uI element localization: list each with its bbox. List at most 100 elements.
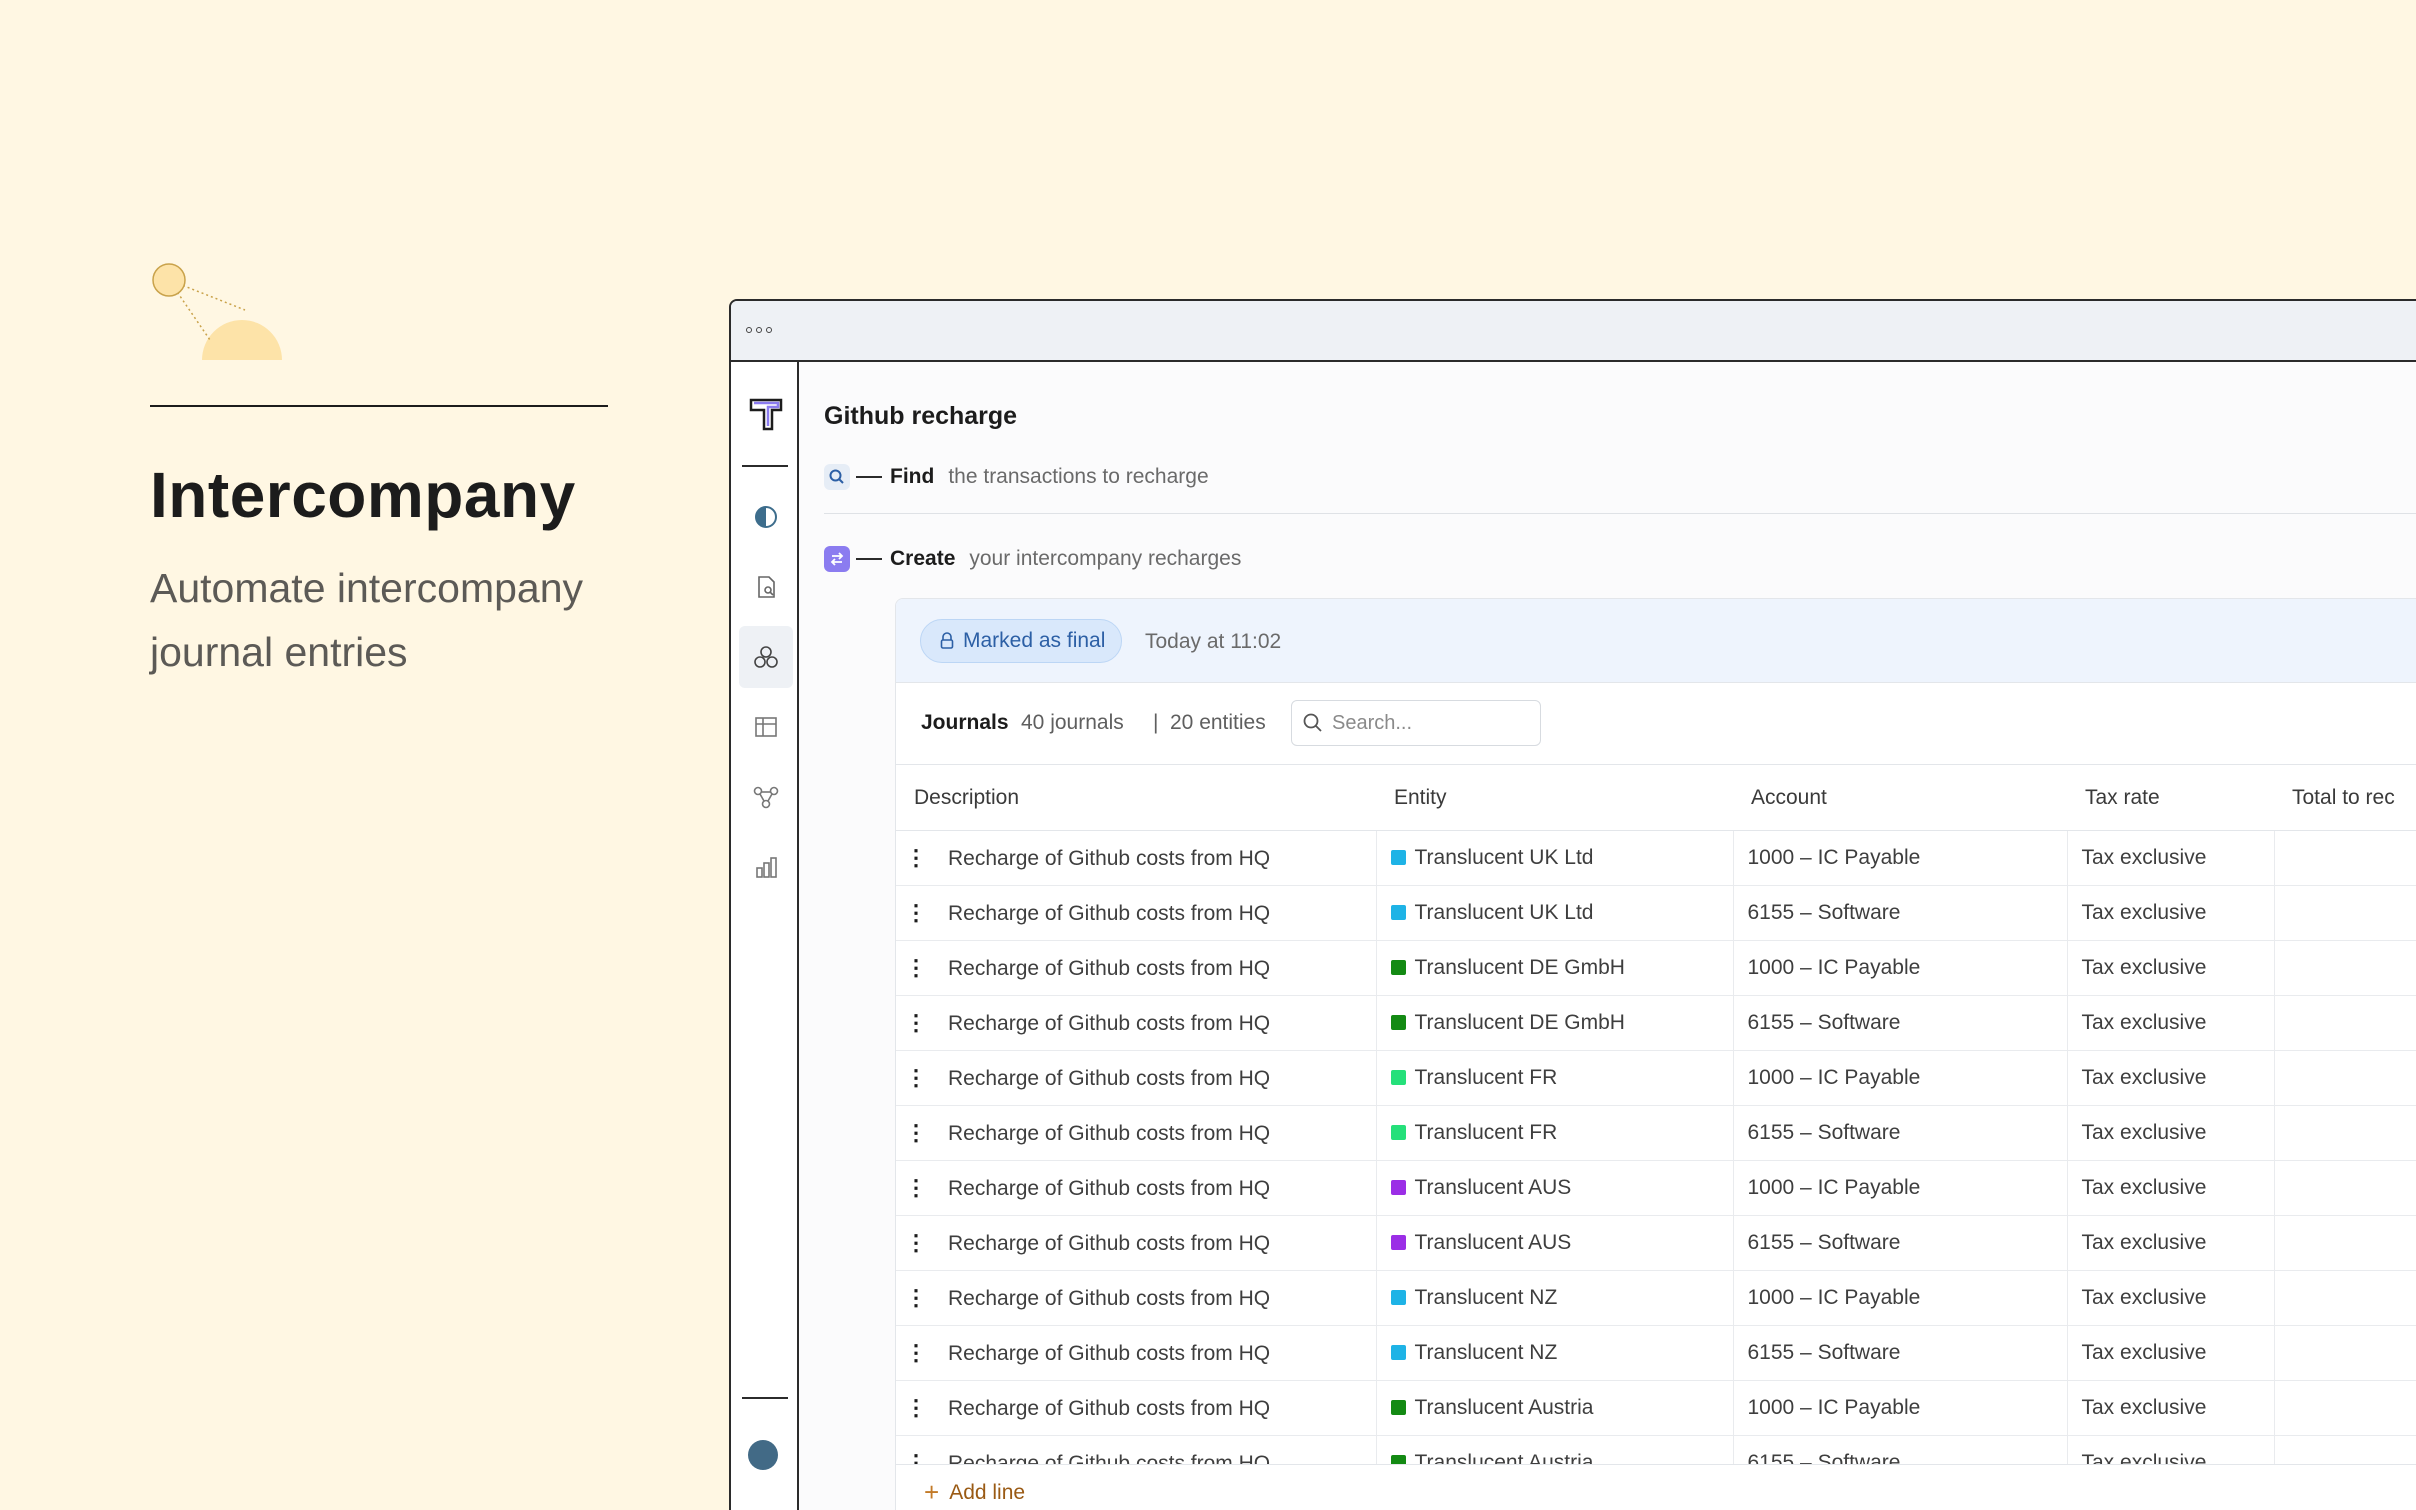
description-cell[interactable]: ⋮ Recharge of Github costs from HQ — [896, 830, 1377, 886]
total-cell[interactable]: 8,10 — [2274, 1270, 2416, 1326]
total-cell[interactable]: 8,10 — [2274, 1215, 2416, 1271]
tax-rate-cell[interactable]: Tax exclusive — [2067, 1160, 2275, 1216]
sidebar-item-tables[interactable] — [739, 696, 793, 758]
entity-cell[interactable]: Translucent AUS — [1376, 1160, 1734, 1216]
total-cell[interactable]: 8,10 — [2274, 940, 2416, 996]
description-cell[interactable]: ⋮ Recharge of Github costs from HQ — [896, 995, 1377, 1051]
add-line-button[interactable]: + Add line — [896, 1464, 2416, 1510]
table-row[interactable]: ⋮ Recharge of Github costs from HQ Translu… — [896, 1325, 2416, 1381]
row-menu-icon[interactable]: ⋮ — [896, 845, 936, 871]
description-cell[interactable]: ⋮ Recharge of Github costs from HQ — [896, 885, 1377, 941]
account-cell[interactable]: 6155 – Software — [1733, 1215, 2068, 1271]
entity-cell[interactable]: Translucent FR — [1376, 1050, 1734, 1106]
description-cell[interactable]: ⋮ Recharge of Github costs from HQ — [896, 940, 1377, 996]
column-header[interactable]: Description — [896, 766, 1376, 831]
total-cell[interactable]: 8,10 — [2274, 995, 2416, 1051]
total-cell[interactable]: 8,10 — [2274, 1325, 2416, 1381]
row-menu-icon[interactable]: ⋮ — [896, 1010, 936, 1036]
description-cell[interactable]: ⋮ Recharge of Github costs from HQ — [896, 1105, 1377, 1161]
table-row[interactable]: ⋮ Recharge of Github costs from HQ Translu… — [896, 940, 2416, 996]
app-logo-icon[interactable] — [748, 396, 784, 432]
column-header[interactable]: Total to rec — [2274, 766, 2416, 831]
account-cell[interactable]: 6155 – Software — [1733, 1435, 2068, 1464]
tax-rate-cell[interactable]: Tax exclusive — [2067, 1435, 2275, 1464]
account-cell[interactable]: 1000 – IC Payable — [1733, 1160, 2068, 1216]
total-cell[interactable]: 8,10 — [2274, 1435, 2416, 1464]
row-menu-icon[interactable]: ⋮ — [896, 1285, 936, 1311]
sidebar-item-network[interactable] — [739, 766, 793, 828]
step-create[interactable]: Create your intercompany recharges — [824, 546, 1241, 572]
total-cell[interactable]: 8,10 — [2274, 1380, 2416, 1436]
table-row[interactable]: ⋮ Recharge of Github costs from HQ Translu… — [896, 995, 2416, 1051]
tax-rate-cell[interactable]: Tax exclusive — [2067, 940, 2275, 996]
description-cell[interactable]: ⋮ Recharge of Github costs from HQ — [896, 1160, 1377, 1216]
sidebar-item-intercompany[interactable] — [739, 626, 793, 688]
row-menu-icon[interactable]: ⋮ — [896, 1450, 936, 1465]
total-cell[interactable]: 8,10 — [2274, 1105, 2416, 1161]
table-row[interactable]: ⋮ Recharge of Github costs from HQ Translu… — [896, 1105, 2416, 1161]
column-header[interactable]: Entity — [1376, 766, 1733, 831]
tax-rate-cell[interactable]: Tax exclusive — [2067, 1105, 2275, 1161]
tax-rate-cell[interactable]: Tax exclusive — [2067, 885, 2275, 941]
account-cell[interactable]: 6155 – Software — [1733, 1105, 2068, 1161]
account-cell[interactable]: 1000 – IC Payable — [1733, 1270, 2068, 1326]
account-cell[interactable]: 1000 – IC Payable — [1733, 1380, 2068, 1436]
row-menu-icon[interactable]: ⋮ — [896, 1230, 936, 1256]
sidebar-item-overview[interactable] — [739, 486, 793, 548]
table-row[interactable]: ⋮ Recharge of Github costs from HQ Translu… — [896, 1215, 2416, 1271]
table-row[interactable]: ⋮ Recharge of Github costs from HQ Translu… — [896, 1270, 2416, 1326]
user-avatar[interactable] — [748, 1440, 778, 1470]
entity-cell[interactable]: Translucent Austria — [1376, 1435, 1734, 1464]
description-cell[interactable]: ⋮ Recharge of Github costs from HQ — [896, 1215, 1377, 1271]
description-cell[interactable]: ⋮ Recharge of Github costs from HQ — [896, 1435, 1377, 1465]
description-cell[interactable]: ⋮ Recharge of Github costs from HQ — [896, 1270, 1377, 1326]
total-cell[interactable]: 8,10 — [2274, 885, 2416, 941]
row-menu-icon[interactable]: ⋮ — [896, 900, 936, 926]
table-row[interactable]: ⋮ Recharge of Github costs from HQ Translu… — [896, 1435, 2416, 1464]
row-menu-icon[interactable]: ⋮ — [896, 1175, 936, 1201]
tax-rate-cell[interactable]: Tax exclusive — [2067, 995, 2275, 1051]
table-row[interactable]: ⋮ Recharge of Github costs from HQ Translu… — [896, 1160, 2416, 1216]
entity-cell[interactable]: Translucent DE GmbH — [1376, 995, 1734, 1051]
total-cell[interactable]: 8,10 — [2274, 830, 2416, 886]
table-row[interactable]: ⋮ Recharge of Github costs from HQ Translu… — [896, 1050, 2416, 1106]
account-cell[interactable]: 6155 – Software — [1733, 885, 2068, 941]
tax-rate-cell[interactable]: Tax exclusive — [2067, 1215, 2275, 1271]
row-menu-icon[interactable]: ⋮ — [896, 1120, 936, 1146]
column-header[interactable]: Tax rate — [2067, 766, 2274, 831]
row-menu-icon[interactable]: ⋮ — [896, 1395, 936, 1421]
account-cell[interactable]: 6155 – Software — [1733, 1325, 2068, 1381]
table-row[interactable]: ⋮ Recharge of Github costs from HQ Translu… — [896, 830, 2416, 886]
row-menu-icon[interactable]: ⋮ — [896, 1065, 936, 1091]
table-row[interactable]: ⋮ Recharge of Github costs from HQ Translu… — [896, 885, 2416, 941]
search-input[interactable]: Search... — [1291, 700, 1541, 746]
column-header[interactable]: Account — [1733, 766, 2067, 831]
entity-cell[interactable]: Translucent UK Ltd — [1376, 885, 1734, 941]
step-find[interactable]: Find the transactions to recharge — [824, 464, 1209, 490]
tax-rate-cell[interactable]: Tax exclusive — [2067, 830, 2275, 886]
tax-rate-cell[interactable]: Tax exclusive — [2067, 1380, 2275, 1436]
entity-cell[interactable]: Translucent UK Ltd — [1376, 830, 1734, 886]
entity-cell[interactable]: Translucent NZ — [1376, 1270, 1734, 1326]
tax-rate-cell[interactable]: Tax exclusive — [2067, 1050, 2275, 1106]
entity-cell[interactable]: Translucent Austria — [1376, 1380, 1734, 1436]
sidebar-item-reports[interactable] — [739, 836, 793, 898]
description-cell[interactable]: ⋮ Recharge of Github costs from HQ — [896, 1380, 1377, 1436]
status-badge[interactable]: Marked as final — [920, 619, 1123, 663]
entity-cell[interactable]: Translucent AUS — [1376, 1215, 1734, 1271]
account-cell[interactable]: 1000 – IC Payable — [1733, 1050, 2068, 1106]
account-cell[interactable]: 1000 – IC Payable — [1733, 940, 2068, 996]
entity-cell[interactable]: Translucent DE GmbH — [1376, 940, 1734, 996]
description-cell[interactable]: ⋮ Recharge of Github costs from HQ — [896, 1050, 1377, 1106]
entity-cell[interactable]: Translucent NZ — [1376, 1325, 1734, 1381]
tax-rate-cell[interactable]: Tax exclusive — [2067, 1270, 2275, 1326]
entity-cell[interactable]: Translucent FR — [1376, 1105, 1734, 1161]
description-cell[interactable]: ⋮ Recharge of Github costs from HQ — [896, 1325, 1377, 1381]
account-cell[interactable]: 1000 – IC Payable — [1733, 830, 2068, 886]
window-menu-dots-icon[interactable] — [746, 327, 772, 333]
tax-rate-cell[interactable]: Tax exclusive — [2067, 1325, 2275, 1381]
row-menu-icon[interactable]: ⋮ — [896, 1340, 936, 1366]
row-menu-icon[interactable]: ⋮ — [896, 955, 936, 981]
total-cell[interactable]: 8,10 — [2274, 1160, 2416, 1216]
total-cell[interactable]: 8,10 — [2274, 1050, 2416, 1106]
